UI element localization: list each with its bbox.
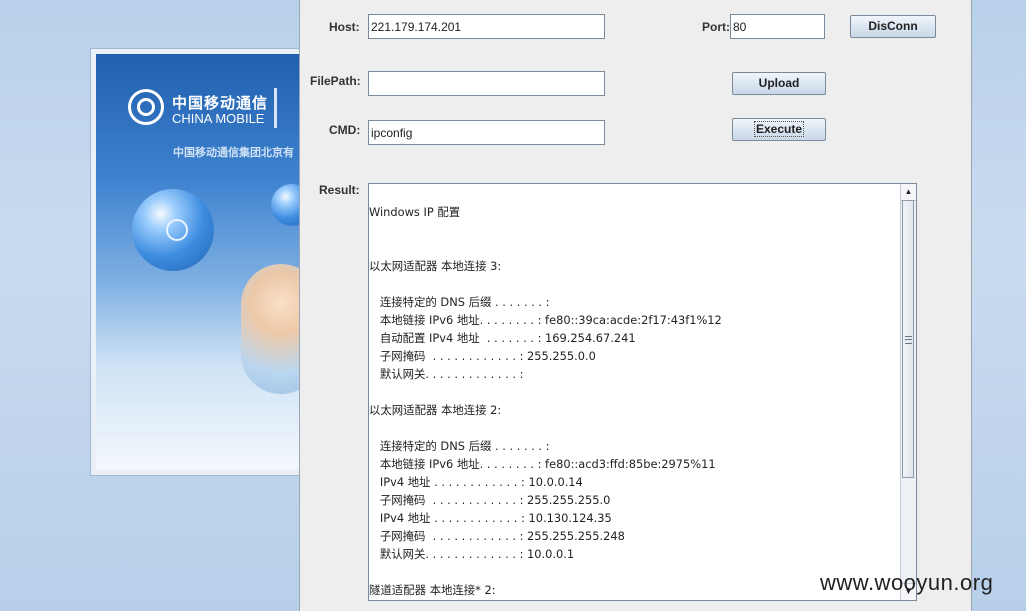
result-line: 子网掩码 . . . . . . . . . . . . : 255.255.2… xyxy=(369,493,611,507)
result-textarea[interactable]: Windows IP 配置 以太网适配器 本地连接 3: 连接特定的 DNS 后… xyxy=(368,183,917,601)
scroll-thumb[interactable] xyxy=(902,200,914,478)
cmd-input[interactable] xyxy=(368,120,605,145)
result-scrollbar[interactable]: ▲ ▼ xyxy=(900,184,916,600)
result-line: 以太网适配器 本地连接 2: xyxy=(369,403,502,417)
result-line xyxy=(369,239,900,257)
scroll-up-arrow-icon[interactable]: ▲ xyxy=(901,184,916,201)
china-mobile-logo-icon xyxy=(128,89,164,125)
result-line xyxy=(369,221,900,239)
result-line xyxy=(369,383,900,401)
upload-button[interactable]: Upload xyxy=(732,72,826,95)
logo-english-text: CHINA MOBILE xyxy=(172,111,265,126)
portal-subtitle: 中国移动通信集团北京有 xyxy=(173,147,294,159)
disconnect-button[interactable]: DisConn xyxy=(850,15,936,38)
disconnect-button-label: DisConn xyxy=(868,19,918,33)
result-line: IPv4 地址 . . . . . . . . . . . . : 10.0.0… xyxy=(369,475,583,489)
result-line: 连接特定的 DNS 后缀 . . . . . . . : xyxy=(369,439,550,453)
result-line: 本地链接 IPv6 地址. . . . . . . . : fe80::39ca… xyxy=(369,313,722,327)
background-portal-window: 中国移动通信 CHINA MOBILE 中国移动通信集团北京有 xyxy=(90,48,307,476)
filepath-input[interactable] xyxy=(368,71,605,96)
result-line: 子网掩码 . . . . . . . . . . . . : 255.255.2… xyxy=(369,529,625,543)
cmd-label: CMD: xyxy=(329,123,361,137)
port-label: Port: xyxy=(702,20,730,34)
result-line: 自动配置 IPv4 地址 . . . . . . . : 169.254.67.… xyxy=(369,331,636,345)
logo-divider xyxy=(274,88,277,128)
host-label: Host: xyxy=(329,20,360,34)
result-line: 连接特定的 DNS 后缀 . . . . . . . : xyxy=(369,295,550,309)
upload-button-label: Upload xyxy=(758,76,800,90)
result-line: 子网掩码 . . . . . . . . . . . . : 255.255.0… xyxy=(369,349,596,363)
result-line xyxy=(369,275,900,293)
result-line: IPv4 地址 . . . . . . . . . . . . : 10.130… xyxy=(369,511,612,525)
result-line xyxy=(369,419,900,437)
result-line: 以太网适配器 本地连接 3: xyxy=(369,259,502,273)
port-input[interactable] xyxy=(730,14,825,39)
webshell-client-panel: Host: Port: DisConn FilePath: Upload CMD… xyxy=(299,0,972,611)
portal-banner: 中国移动通信 CHINA MOBILE 中国移动通信集团北京有 xyxy=(96,54,306,469)
execute-button-label: Execute xyxy=(753,121,805,137)
clock-icon xyxy=(166,219,188,241)
result-line: 本地链接 IPv6 地址. . . . . . . . : fe80::acd3… xyxy=(369,457,716,471)
person-photo xyxy=(241,264,306,394)
result-line: Windows IP 配置 xyxy=(369,205,461,219)
result-line: 默认网关. . . . . . . . . . . . . : 10.0.0.1 xyxy=(369,547,575,561)
execute-button[interactable]: Execute xyxy=(732,118,826,141)
host-input[interactable] xyxy=(368,14,605,39)
logo-chinese-text: 中国移动通信 xyxy=(172,95,269,112)
watermark: www.wooyun.org xyxy=(820,570,994,595)
result-output: Windows IP 配置 以太网适配器 本地连接 3: 连接特定的 DNS 后… xyxy=(369,184,900,600)
result-line: 默认网关. . . . . . . . . . . . . : xyxy=(369,367,524,381)
filepath-label: FilePath: xyxy=(310,74,361,88)
scroll-grip-icon xyxy=(905,336,912,344)
result-label: Result: xyxy=(319,183,360,197)
